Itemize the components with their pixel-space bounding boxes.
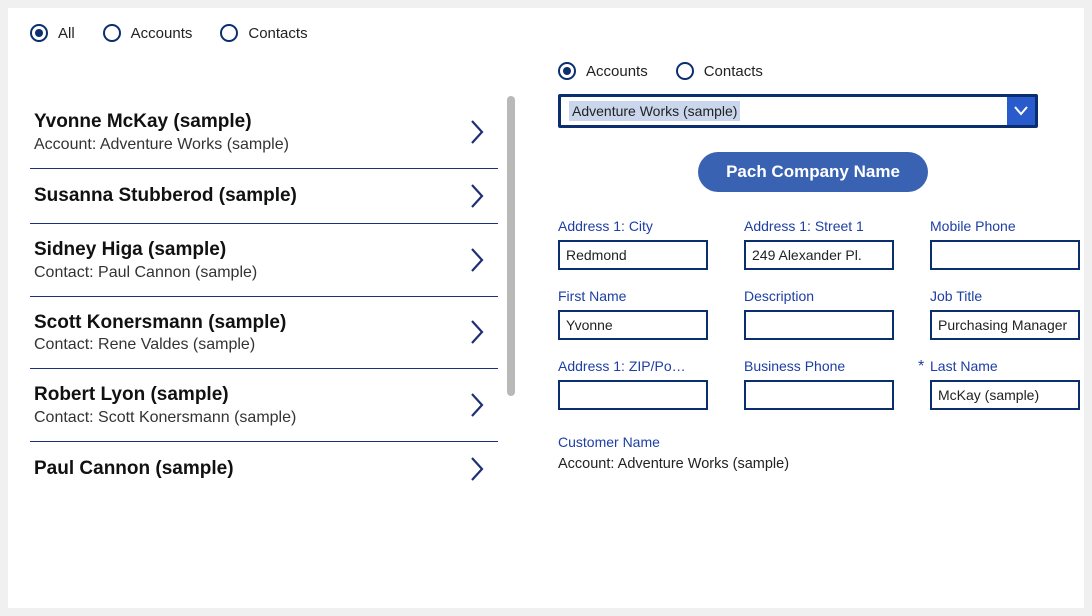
list-item[interactable]: Robert Lyon (sample) Contact: Scott Kone… <box>30 369 498 442</box>
dropdown-selected: Adventure Works (sample) <box>561 97 1007 125</box>
list-item-sub: Contact: Paul Cannon (sample) <box>34 264 462 282</box>
customer-label: Customer Name <box>558 434 1068 450</box>
filter-all-label: All <box>58 25 75 42</box>
list-item[interactable]: Scott Konersmann (sample) Contact: Rene … <box>30 297 498 370</box>
list-item-title: Scott Konersmann (sample) <box>34 311 462 335</box>
field-street: Address 1: Street 1 <box>744 218 894 270</box>
customer-value: Account: Adventure Works (sample) <box>558 456 1068 472</box>
account-dropdown[interactable]: Adventure Works (sample) <box>558 94 1038 128</box>
field-label: First Name <box>558 288 708 304</box>
city-input[interactable] <box>558 240 708 270</box>
filter-accounts-label: Accounts <box>131 25 193 42</box>
firstname-input[interactable] <box>558 310 708 340</box>
list-item[interactable]: Susanna Stubberod (sample) <box>30 169 498 224</box>
field-zip: Address 1: ZIP/Po… <box>558 358 708 410</box>
zip-input[interactable] <box>558 380 708 410</box>
field-jobtitle: Job Title <box>930 288 1080 340</box>
list-item-title: Susanna Stubberod (sample) <box>34 184 462 208</box>
field-city: Address 1: City <box>558 218 708 270</box>
chevron-right-icon <box>462 119 492 145</box>
chevron-right-icon <box>462 456 492 482</box>
detail-contacts-label: Contacts <box>704 63 763 80</box>
detail-panel: Accounts Contacts Adventure Works (sampl… <box>516 52 1084 608</box>
radio-icon <box>676 62 694 80</box>
list-item[interactable]: Sidney Higa (sample) Contact: Paul Canno… <box>30 224 498 297</box>
field-label: Address 1: ZIP/Po… <box>558 358 708 374</box>
field-label: Description <box>744 288 894 304</box>
field-label: Address 1: City <box>558 218 708 234</box>
content-area: Yvonne McKay (sample) Account: Adventure… <box>8 52 1084 608</box>
list-item-sub: Contact: Rene Valdes (sample) <box>34 336 462 354</box>
detail-contacts-radio[interactable]: Contacts <box>676 62 763 80</box>
field-label: Last Name <box>930 358 1080 374</box>
list-item-title: Robert Lyon (sample) <box>34 383 462 407</box>
filter-contacts-radio[interactable]: Contacts <box>220 24 307 42</box>
mobile-input[interactable] <box>930 240 1080 270</box>
field-label: Address 1: Street 1 <box>744 218 894 234</box>
chevron-right-icon <box>462 392 492 418</box>
detail-type-radios: Accounts Contacts <box>558 62 1068 80</box>
list-item[interactable]: Paul Cannon (sample) <box>30 442 498 496</box>
field-lastname: * Last Name <box>930 358 1080 410</box>
description-input[interactable] <box>744 310 894 340</box>
radio-icon <box>30 24 48 42</box>
list-item[interactable]: Yvonne McKay (sample) Account: Adventure… <box>30 96 498 169</box>
field-label: Business Phone <box>744 358 894 374</box>
chevron-right-icon <box>462 247 492 273</box>
chevron-right-icon <box>462 183 492 209</box>
record-list: Yvonne McKay (sample) Account: Adventure… <box>16 52 506 608</box>
field-label: Job Title <box>930 288 1080 304</box>
filter-all-radio[interactable]: All <box>30 24 75 42</box>
chevron-right-icon <box>462 319 492 345</box>
list-scrollbar[interactable] <box>506 52 516 608</box>
left-panel: Yvonne McKay (sample) Account: Adventure… <box>16 52 516 608</box>
businessphone-input[interactable] <box>744 380 894 410</box>
list-item-sub: Contact: Scott Konersmann (sample) <box>34 409 462 427</box>
patch-company-button[interactable]: Pach Company Name <box>698 152 928 192</box>
top-filter-bar: All Accounts Contacts <box>8 8 1084 52</box>
radio-icon <box>558 62 576 80</box>
app-root: All Accounts Contacts Yvonne McKay (samp… <box>8 8 1084 608</box>
radio-icon <box>220 24 238 42</box>
list-item-title: Paul Cannon (sample) <box>34 457 462 481</box>
lastname-input[interactable] <box>930 380 1080 410</box>
detail-accounts-radio[interactable]: Accounts <box>558 62 648 80</box>
required-asterisk-icon: * <box>918 358 924 376</box>
detail-accounts-label: Accounts <box>586 63 648 80</box>
list-item-title: Sidney Higa (sample) <box>34 238 462 262</box>
customer-name-block: Customer Name Account: Adventure Works (… <box>558 434 1068 472</box>
radio-icon <box>103 24 121 42</box>
field-description: Description <box>744 288 894 340</box>
fields-grid: Address 1: City Address 1: Street 1 Mobi… <box>558 218 1068 410</box>
list-item-sub: Account: Adventure Works (sample) <box>34 136 462 154</box>
chevron-down-icon[interactable] <box>1007 97 1035 125</box>
filter-contacts-label: Contacts <box>248 25 307 42</box>
jobtitle-input[interactable] <box>930 310 1080 340</box>
field-firstname: First Name <box>558 288 708 340</box>
field-label: Mobile Phone <box>930 218 1080 234</box>
field-mobile: Mobile Phone <box>930 218 1080 270</box>
filter-accounts-radio[interactable]: Accounts <box>103 24 193 42</box>
street-input[interactable] <box>744 240 894 270</box>
scrollbar-thumb[interactable] <box>507 96 515 396</box>
list-item-title: Yvonne McKay (sample) <box>34 110 462 134</box>
field-businessphone: Business Phone <box>744 358 894 410</box>
